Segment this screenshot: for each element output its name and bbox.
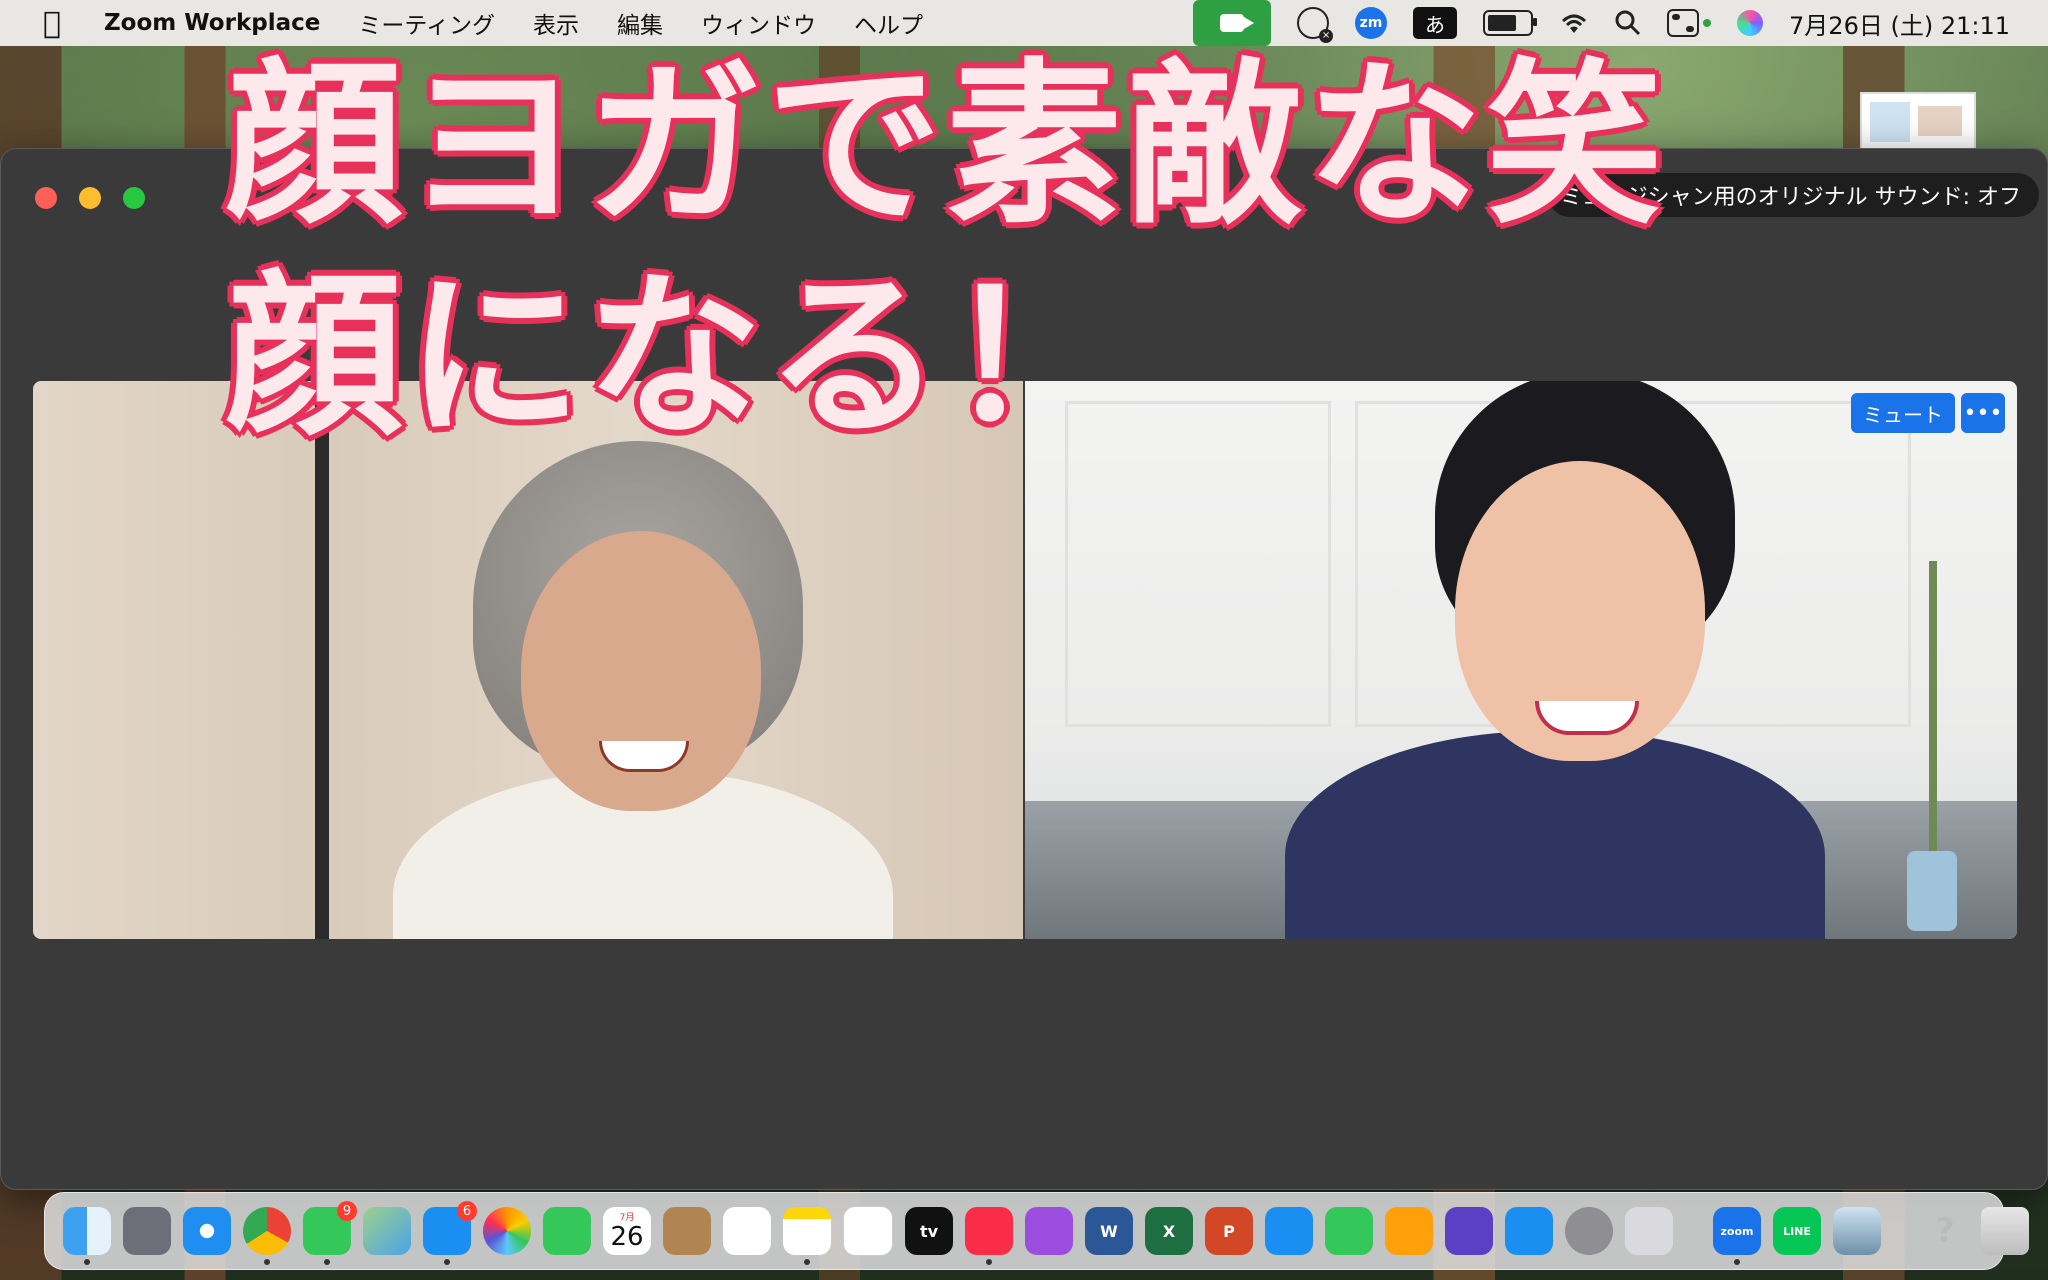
maps-icon[interactable] bbox=[363, 1207, 411, 1255]
menu-help[interactable]: ヘルプ bbox=[854, 6, 923, 40]
participant-video-tile-right[interactable]: ミュート ••• bbox=[1025, 381, 2017, 939]
system-settings-icon[interactable] bbox=[1565, 1207, 1613, 1255]
contacts-icon[interactable] bbox=[663, 1207, 711, 1255]
messages-icon[interactable]: 9 bbox=[303, 1201, 357, 1265]
reminders-icon[interactable] bbox=[723, 1207, 771, 1255]
dock: 9 6 7月 26 tv W X P zoom LINE ? bbox=[44, 1192, 2029, 1270]
word-icon[interactable]: W bbox=[1085, 1207, 1133, 1255]
menu-bar:  Zoom Workplace ミーティング 表示 編集 ウィンドウ ヘルプ … bbox=[0, 0, 2048, 46]
menu-window[interactable]: ウィンドウ bbox=[701, 6, 816, 40]
mail-icon[interactable]: 6 bbox=[423, 1201, 477, 1265]
zoom-menu-icon[interactable]: zm bbox=[1355, 7, 1388, 39]
menu-app-name[interactable]: Zoom Workplace bbox=[104, 10, 320, 36]
pages-icon[interactable] bbox=[1385, 1207, 1433, 1255]
minimize-window-button[interactable] bbox=[79, 187, 101, 209]
notes-icon[interactable] bbox=[783, 1207, 831, 1265]
apple-icon[interactable]:  bbox=[38, 6, 66, 41]
background-plant bbox=[1929, 561, 1937, 891]
participant-shirt bbox=[1285, 731, 1825, 939]
powerpoint-icon[interactable]: P bbox=[1205, 1207, 1253, 1255]
wall-panel bbox=[1065, 401, 1331, 727]
photos-icon[interactable] bbox=[483, 1207, 531, 1255]
menubar-clock[interactable]: 7月26日 (土) 21:11 bbox=[1789, 6, 2010, 41]
battery-icon[interactable] bbox=[1483, 10, 1538, 36]
original-sound-toggle[interactable]: ミュージシャン用のオリジナル サウンド: オフ bbox=[1548, 173, 2039, 217]
imovie-icon[interactable] bbox=[1445, 1207, 1493, 1255]
background-vase bbox=[1907, 851, 1957, 931]
apple-tv-icon[interactable]: tv bbox=[905, 1207, 953, 1255]
launchpad-icon[interactable] bbox=[123, 1207, 171, 1255]
fullscreen-window-button[interactable] bbox=[123, 187, 145, 209]
menu-meeting[interactable]: ミーティング bbox=[358, 6, 495, 40]
search-icon[interactable] bbox=[1615, 10, 1641, 36]
zoom-video-status-icon[interactable] bbox=[1193, 0, 1272, 46]
status-area: × zm あ 7月26日 (土) 21:11 bbox=[1193, 0, 2048, 46]
wifi-icon[interactable] bbox=[1559, 11, 1589, 35]
facetime-icon[interactable] bbox=[543, 1207, 591, 1255]
zoom-icon[interactable]: zoom bbox=[1713, 1207, 1761, 1265]
menu-edit[interactable]: 編集 bbox=[617, 6, 663, 40]
line-icon[interactable]: LINE bbox=[1773, 1207, 1821, 1255]
menu-view[interactable]: 表示 bbox=[533, 6, 579, 40]
calendar-icon[interactable]: 7月 26 bbox=[603, 1207, 651, 1255]
help-icon[interactable]: ? bbox=[1921, 1207, 1969, 1255]
music-icon[interactable] bbox=[965, 1207, 1013, 1265]
input-method-icon[interactable]: あ bbox=[1413, 7, 1458, 39]
camera-in-use-indicator bbox=[1703, 19, 1712, 27]
background-pole bbox=[315, 381, 329, 939]
podcasts-icon[interactable] bbox=[1025, 1207, 1073, 1255]
calendar-day: 26 bbox=[610, 1222, 644, 1252]
desktop-thumbnail[interactable] bbox=[1860, 92, 1976, 154]
control-center-icon[interactable] bbox=[1667, 9, 1700, 37]
siri-icon[interactable] bbox=[1737, 10, 1764, 36]
chrome-icon[interactable] bbox=[243, 1207, 291, 1265]
preview-icon[interactable] bbox=[1833, 1207, 1881, 1255]
finder-icon[interactable] bbox=[63, 1207, 111, 1265]
iphone-mirroring-icon[interactable] bbox=[1625, 1207, 1673, 1255]
more-options-button[interactable]: ••• bbox=[1961, 393, 2005, 433]
numbers-icon[interactable] bbox=[1325, 1207, 1373, 1255]
close-window-button[interactable] bbox=[35, 187, 57, 209]
mute-participant-button[interactable]: ミュート bbox=[1851, 393, 1955, 433]
zoom-meeting-window: ミュージシャン用のオリジナル サウンド: オフ ミュート ••• bbox=[0, 148, 2048, 1190]
app-store-icon[interactable] bbox=[1505, 1207, 1553, 1255]
trash-icon[interactable] bbox=[1981, 1207, 2029, 1255]
keynote-icon[interactable] bbox=[1265, 1207, 1313, 1255]
excel-icon[interactable]: X bbox=[1145, 1207, 1193, 1255]
wifi-off-badge-icon[interactable]: × bbox=[1297, 7, 1334, 43]
participant-video-tile-left[interactable] bbox=[33, 381, 1023, 939]
freeform-icon[interactable] bbox=[843, 1206, 893, 1256]
safari-icon[interactable] bbox=[183, 1207, 231, 1255]
